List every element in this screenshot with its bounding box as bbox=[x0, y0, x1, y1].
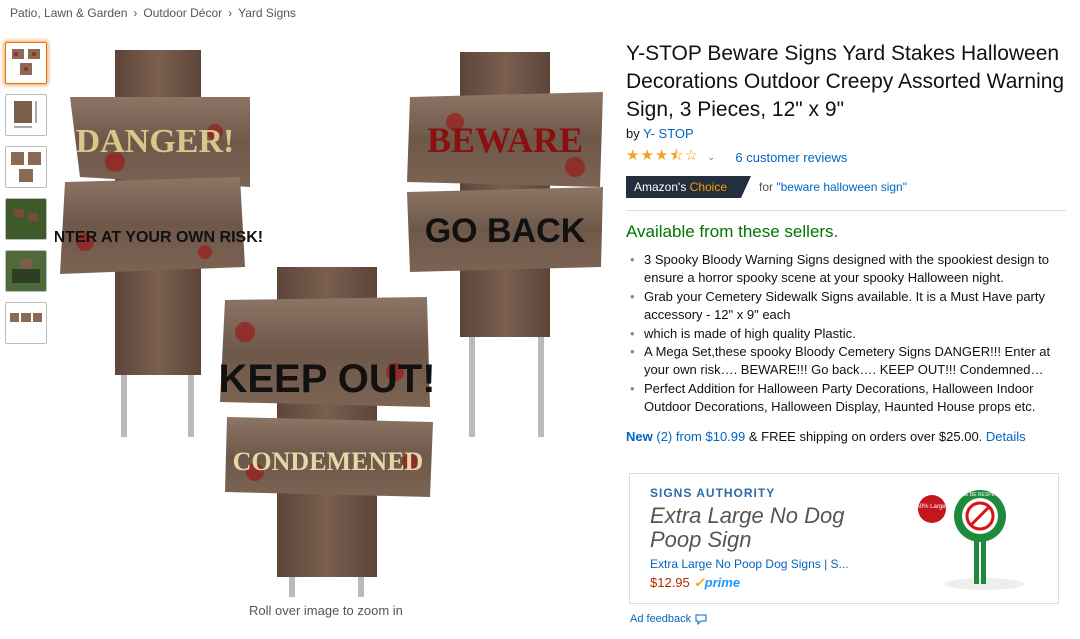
reviews-link[interactable]: 6 customer reviews bbox=[735, 150, 847, 165]
star-rating-icon[interactable]: ★★★⯪☆ bbox=[626, 145, 699, 170]
rating-row: ★★★⯪☆ ⌄ 6 customer reviews bbox=[626, 145, 1066, 170]
ad-brand[interactable]: SIGNS AUTHORITY bbox=[650, 486, 775, 500]
shipping-text: & FREE shipping on orders over $25.00. bbox=[748, 428, 983, 444]
thumbnail-4[interactable] bbox=[5, 198, 47, 240]
badge-query-link[interactable]: "beware halloween sign" bbox=[776, 180, 907, 194]
feature-bullets: 3 Spooky Bloody Warning Signs designed w… bbox=[626, 251, 1066, 417]
product-title: Y-STOP Beware Signs Yard Stakes Hallowee… bbox=[626, 42, 1065, 121]
badge-choice-text: Choice bbox=[689, 180, 728, 194]
ad-price: $12.95 bbox=[650, 575, 690, 590]
enter-text: ENTER AT YOUR OWN RISK! bbox=[55, 229, 263, 246]
thumbnail-strip bbox=[5, 42, 47, 354]
ad-product-link[interactable]: Extra Large No Poop Dog Signs | S... bbox=[650, 557, 849, 571]
beware-text: BEWARE bbox=[427, 120, 583, 160]
prime-icon: ✓prime bbox=[693, 575, 741, 590]
new-offer-link[interactable]: New bbox=[626, 429, 653, 444]
ad-price-row: $12.95 ✓prime bbox=[650, 575, 740, 591]
offer-price-link[interactable]: from $10.99 bbox=[676, 429, 745, 444]
breadcrumb-item-patio[interactable]: Patio, Lawn & Garden bbox=[10, 6, 127, 20]
details-link[interactable]: Details bbox=[986, 429, 1026, 444]
lawn-scene-thumb-icon bbox=[6, 251, 46, 291]
brand-link[interactable]: Y- STOP bbox=[643, 126, 694, 141]
ad-feedback-label: Ad feedback bbox=[630, 613, 692, 625]
signs-thumb-icon bbox=[12, 49, 40, 75]
size-chart-thumb-icon bbox=[14, 101, 37, 128]
by-label: by bbox=[626, 126, 640, 141]
amazons-choice-badge[interactable]: Amazon's Choice bbox=[626, 176, 752, 198]
divider bbox=[626, 210, 1066, 211]
beware-sign: BEWARE GO BACK bbox=[407, 52, 603, 437]
feature-bullet: Perfect Addition for Halloween Party Dec… bbox=[630, 380, 1066, 417]
chevron-down-icon[interactable]: ⌄ bbox=[707, 152, 715, 163]
ad-product-image[interactable]: 50% Larger PLEASE BE RESPECTFUL bbox=[910, 484, 1050, 599]
prime-label: prime bbox=[704, 575, 741, 590]
breadcrumb-item-outdoor-decor[interactable]: Outdoor Décor bbox=[143, 6, 222, 20]
keepout-text: KEEP OUT! bbox=[218, 357, 435, 401]
badge-for-label: for bbox=[759, 180, 774, 194]
ad-feedback[interactable]: Ad feedback bbox=[630, 613, 707, 625]
feature-bullet: 3 Spooky Bloody Warning Signs designed w… bbox=[630, 251, 1066, 288]
new-offer-line: New (2) from $10.99 & FREE shipping on o… bbox=[626, 429, 1066, 444]
larger-badge-text: 50% Larger bbox=[916, 504, 947, 510]
signs-thumb-icon bbox=[11, 152, 41, 182]
signs-thumb-icon bbox=[10, 313, 42, 322]
sponsored-ad[interactable]: SIGNS AUTHORITY Extra Large No Dog Poop … bbox=[629, 473, 1059, 604]
badge-for-text: for "beware halloween sign" bbox=[759, 180, 907, 194]
main-product-image[interactable]: DANGER! ENTER AT YOUR OWN RISK! BEWARE G… bbox=[55, 42, 605, 602]
ad-headline[interactable]: Extra Large No Dog Poop Sign bbox=[650, 504, 870, 552]
condemned-text: CONDEMENED bbox=[233, 447, 424, 476]
goback-text: GO BACK bbox=[425, 212, 586, 250]
feature-bullet: Grab your Cemetery Sidewalk Signs availa… bbox=[630, 288, 1066, 325]
danger-text: DANGER! bbox=[76, 123, 235, 160]
zoom-hint: Roll over image to zoom in bbox=[249, 603, 403, 618]
thumbnail-3[interactable] bbox=[5, 146, 47, 188]
breadcrumb: Patio, Lawn & Garden › Outdoor Décor › Y… bbox=[10, 6, 296, 20]
ad-sign-text: PLEASE BE RESPECTFUL bbox=[949, 492, 1011, 498]
thumbnail-5[interactable] bbox=[5, 250, 47, 292]
offer-count-link[interactable]: (2) bbox=[656, 429, 672, 444]
breadcrumb-item-yard-signs[interactable]: Yard Signs bbox=[238, 6, 296, 20]
byline: by Y- STOP bbox=[626, 126, 1066, 141]
speech-bubble-icon bbox=[695, 614, 707, 625]
keepout-sign: KEEP OUT! CONDEMENED bbox=[218, 267, 436, 597]
thumbnail-1[interactable] bbox=[5, 42, 47, 84]
feature-bullet: A Mega Set,these spooky Bloody Cemetery … bbox=[630, 343, 1066, 380]
thumbnail-6[interactable] bbox=[5, 302, 47, 344]
thumbnail-2[interactable] bbox=[5, 94, 47, 136]
breadcrumb-separator: › bbox=[133, 6, 138, 20]
feature-bullet: which is made of high quality Plastic. bbox=[630, 325, 1066, 344]
product-details: Y-STOP Beware Signs Yard Stakes Hallowee… bbox=[626, 40, 1066, 444]
lawn-scene-thumb-icon bbox=[6, 199, 46, 239]
amazons-choice-row: Amazon's Choice for "beware halloween si… bbox=[626, 176, 1066, 198]
availability-link[interactable]: Available from these sellers. bbox=[626, 222, 1066, 242]
breadcrumb-separator: › bbox=[228, 6, 233, 20]
badge-amazon-text: Amazon's bbox=[634, 180, 687, 194]
